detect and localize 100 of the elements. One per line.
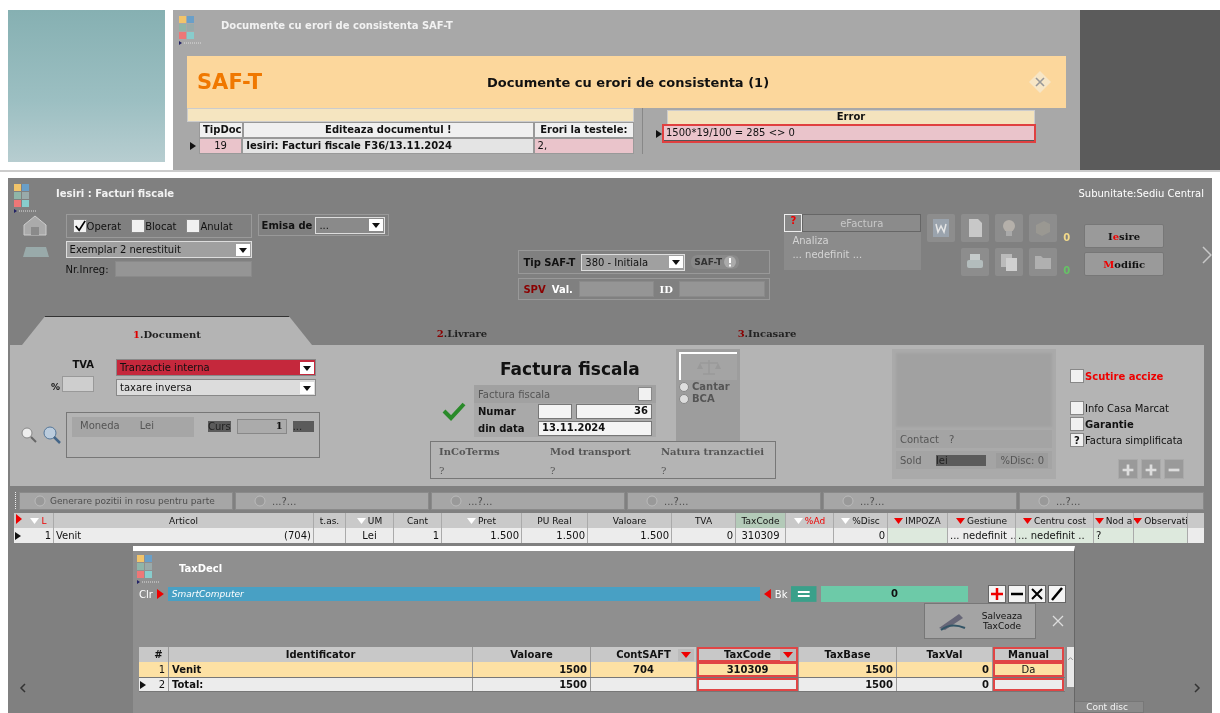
checkbox[interactable]	[131, 219, 146, 233]
field-label: Natura tranzactiei	[660, 446, 766, 457]
input-field[interactable]	[62, 376, 94, 392]
house-icon	[22, 214, 48, 236]
window-title: Documente cu erori de consistenta SAF-T	[221, 20, 453, 31]
action-button[interactable]: ...?...	[431, 492, 625, 510]
column-header: Editeaza documentul !	[243, 122, 534, 138]
brand-label: SAF-T	[197, 70, 264, 94]
search-icon	[20, 426, 38, 444]
saft-type-dropdown[interactable]: 380 - Initiala	[581, 253, 686, 271]
column-header[interactable]: TaxCode	[697, 647, 799, 662]
count-label: 0	[1063, 232, 1071, 243]
count-label: 0	[1063, 265, 1071, 276]
action-button[interactable]: Generare pozitii in rosu pentru parte	[19, 492, 233, 510]
checkbox[interactable]	[638, 387, 652, 401]
field-label: ID	[659, 283, 673, 295]
radio-label: BCA	[692, 393, 715, 404]
checkbox[interactable]	[1070, 401, 1084, 415]
checkbox-label: Anulat	[200, 220, 233, 232]
tab[interactable]: 1.Document	[22, 316, 312, 345]
field-label: Bk	[774, 588, 788, 600]
column-header[interactable]: Manual	[993, 647, 1065, 662]
pencil-icon[interactable]	[1049, 586, 1065, 602]
table-cell: 0	[897, 678, 993, 691]
checkbox[interactable]	[186, 219, 201, 233]
field-label: %	[50, 382, 60, 392]
table-cell: 1500	[799, 678, 897, 691]
modify-button[interactable]: Modific	[1084, 252, 1165, 276]
checkbox[interactable]: ?	[1070, 433, 1084, 447]
radio-button[interactable]	[679, 393, 689, 404]
checkbox[interactable]	[1070, 417, 1084, 431]
table-cell: ... nedefinit ..	[1016, 528, 1094, 543]
input-field[interactable]: 36	[576, 404, 652, 419]
vat-mode-dropdown[interactable]: taxare inversa	[116, 379, 316, 396]
checkbox-label: Blocat	[145, 220, 177, 232]
checkbox[interactable]	[1070, 369, 1084, 383]
field-value: ?	[549, 465, 557, 476]
field-value: ?	[948, 433, 955, 445]
checkbox-label: Operat	[86, 220, 122, 232]
input-field[interactable]: 13.11.2024	[538, 421, 652, 436]
table-row[interactable]: 1 Venit 1500 704 310309 1500 0 Da	[139, 662, 1065, 677]
field-label: Moneda	[80, 420, 120, 433]
close-icon[interactable]	[1029, 586, 1045, 602]
issuer-dropdown[interactable]: ...	[315, 216, 386, 234]
field-value: ... nedefinit ...	[792, 249, 864, 260]
info-icon	[724, 256, 737, 268]
input-field[interactable]: 1	[236, 419, 287, 434]
field-label: Val.	[551, 283, 573, 295]
zoom-search-icon	[42, 425, 62, 445]
action-button[interactable]: ...?...	[823, 492, 1017, 510]
table-cell	[888, 528, 948, 543]
action-button[interactable]: ...?...	[235, 492, 429, 510]
app-logo-icon	[137, 555, 161, 585]
table-cell	[1134, 528, 1188, 543]
field-label: TVA	[72, 359, 94, 370]
field-label: InCoTerms	[439, 446, 501, 457]
plus-icon[interactable]	[989, 586, 1005, 602]
table-cell: 1.500	[522, 528, 588, 543]
table-cell: 0	[672, 528, 736, 543]
column-header: Erori la testele:	[533, 122, 634, 138]
exemplar-dropdown[interactable]: Exemplar 2 nerestituit	[65, 241, 252, 258]
app-logo-icon	[14, 184, 38, 214]
counter-field: 0	[820, 586, 968, 602]
table-cell: ?	[1094, 528, 1134, 543]
radio-button[interactable]	[679, 381, 689, 392]
close-icon	[1028, 70, 1052, 94]
checkbox[interactable]	[72, 219, 87, 233]
scale-button[interactable]	[679, 352, 737, 380]
tab[interactable]: 2.Livrare	[312, 316, 612, 345]
input-field[interactable]	[538, 404, 572, 419]
checkbox-label: Info Casa Marcat	[1085, 402, 1169, 414]
field-value: ?	[660, 465, 668, 476]
tab[interactable]: 3.Incasare	[612, 316, 922, 345]
save-taxcode-button[interactable]: Salveaza TaxCode	[924, 603, 1036, 639]
checkmark-icon	[73, 219, 86, 233]
circle-icon	[842, 495, 854, 507]
field-label: din data	[478, 423, 526, 434]
column-header[interactable]: TaxCode	[736, 513, 786, 528]
app-logo-icon	[179, 16, 203, 46]
table-cell: 1.500	[442, 528, 522, 543]
circle-icon	[34, 495, 46, 507]
checkbox-label: Scutire accize	[1085, 370, 1164, 382]
dropdown-arrow-icon	[780, 648, 796, 661]
exit-button[interactable]: Iesire	[1084, 224, 1165, 248]
status-mark: ?	[784, 214, 803, 232]
table-cell: 19	[198, 138, 243, 154]
grip-icon	[14, 492, 17, 510]
table-cell: 1500	[473, 678, 591, 691]
document-title: Factura fiscala	[500, 359, 641, 379]
subunit-label: Subunitate:Sediu Central	[1078, 188, 1204, 199]
table-cell: 2,	[533, 138, 634, 154]
table-row[interactable]: 2 Total: 1500 1500 0	[139, 677, 1065, 692]
field-label: Mod transport	[549, 446, 632, 457]
field-label: Emisa de	[261, 219, 313, 231]
account-label: (704)	[284, 530, 311, 541]
dropdown-arrow-icon	[678, 648, 694, 661]
action-button[interactable]: ...?...	[1019, 492, 1204, 510]
saft-badge[interactable]: SAF-T	[691, 255, 740, 269]
action-button[interactable]: ...?...	[627, 492, 821, 510]
table-cell	[993, 678, 1065, 691]
